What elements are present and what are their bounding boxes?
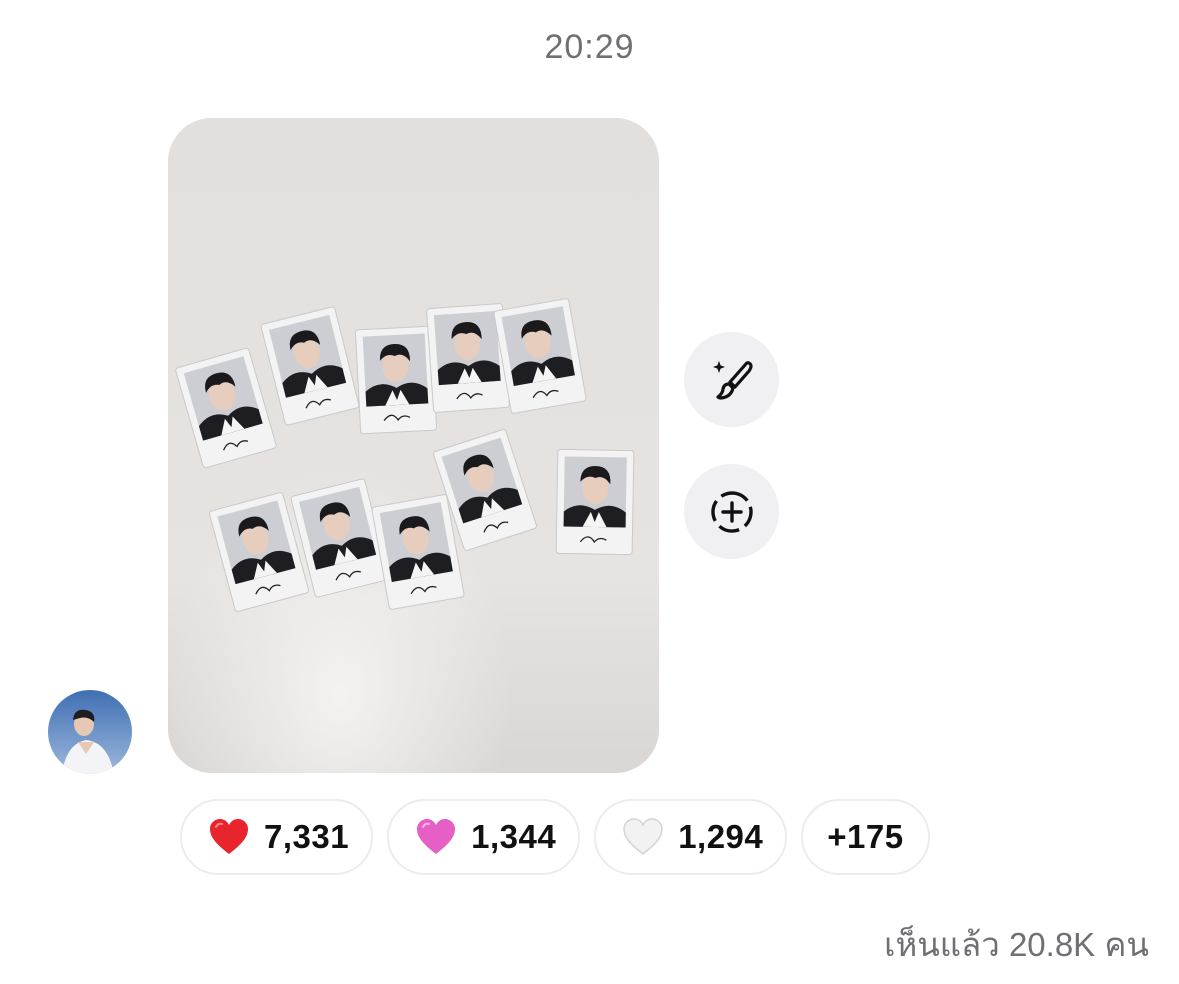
seen-by-count: เห็นแล้ว 20.8K คน — [884, 926, 1149, 963]
white-heart-icon — [623, 818, 663, 855]
more-reactions-count: +175 — [827, 818, 904, 855]
pink-heart-icon — [417, 819, 456, 854]
edit-photo-button[interactable] — [684, 332, 779, 427]
sender-avatar[interactable] — [48, 690, 132, 774]
red-heart-icon — [210, 819, 248, 854]
reaction-count: 1,344 — [471, 818, 557, 855]
sparkle-brush-icon — [712, 360, 753, 400]
add-to-story-button[interactable] — [684, 464, 779, 559]
reactions-bar: 7,331 1,344 1,294 +175 — [180, 799, 930, 875]
photo-message[interactable] — [168, 118, 659, 773]
reaction-red-heart[interactable]: 7,331 — [180, 799, 374, 875]
reaction-count: 1,294 — [678, 818, 764, 855]
profile-avatar — [48, 690, 132, 774]
message-timestamp: 20:29 — [544, 28, 635, 66]
reaction-count: 7,331 — [264, 818, 350, 855]
reaction-white-heart[interactable]: 1,294 — [594, 799, 788, 875]
add-story-icon — [710, 490, 753, 533]
more-reactions-button[interactable]: +175 — [801, 799, 930, 875]
reaction-pink-heart[interactable]: 1,344 — [387, 799, 581, 875]
polaroid-photo-image — [168, 118, 659, 773]
